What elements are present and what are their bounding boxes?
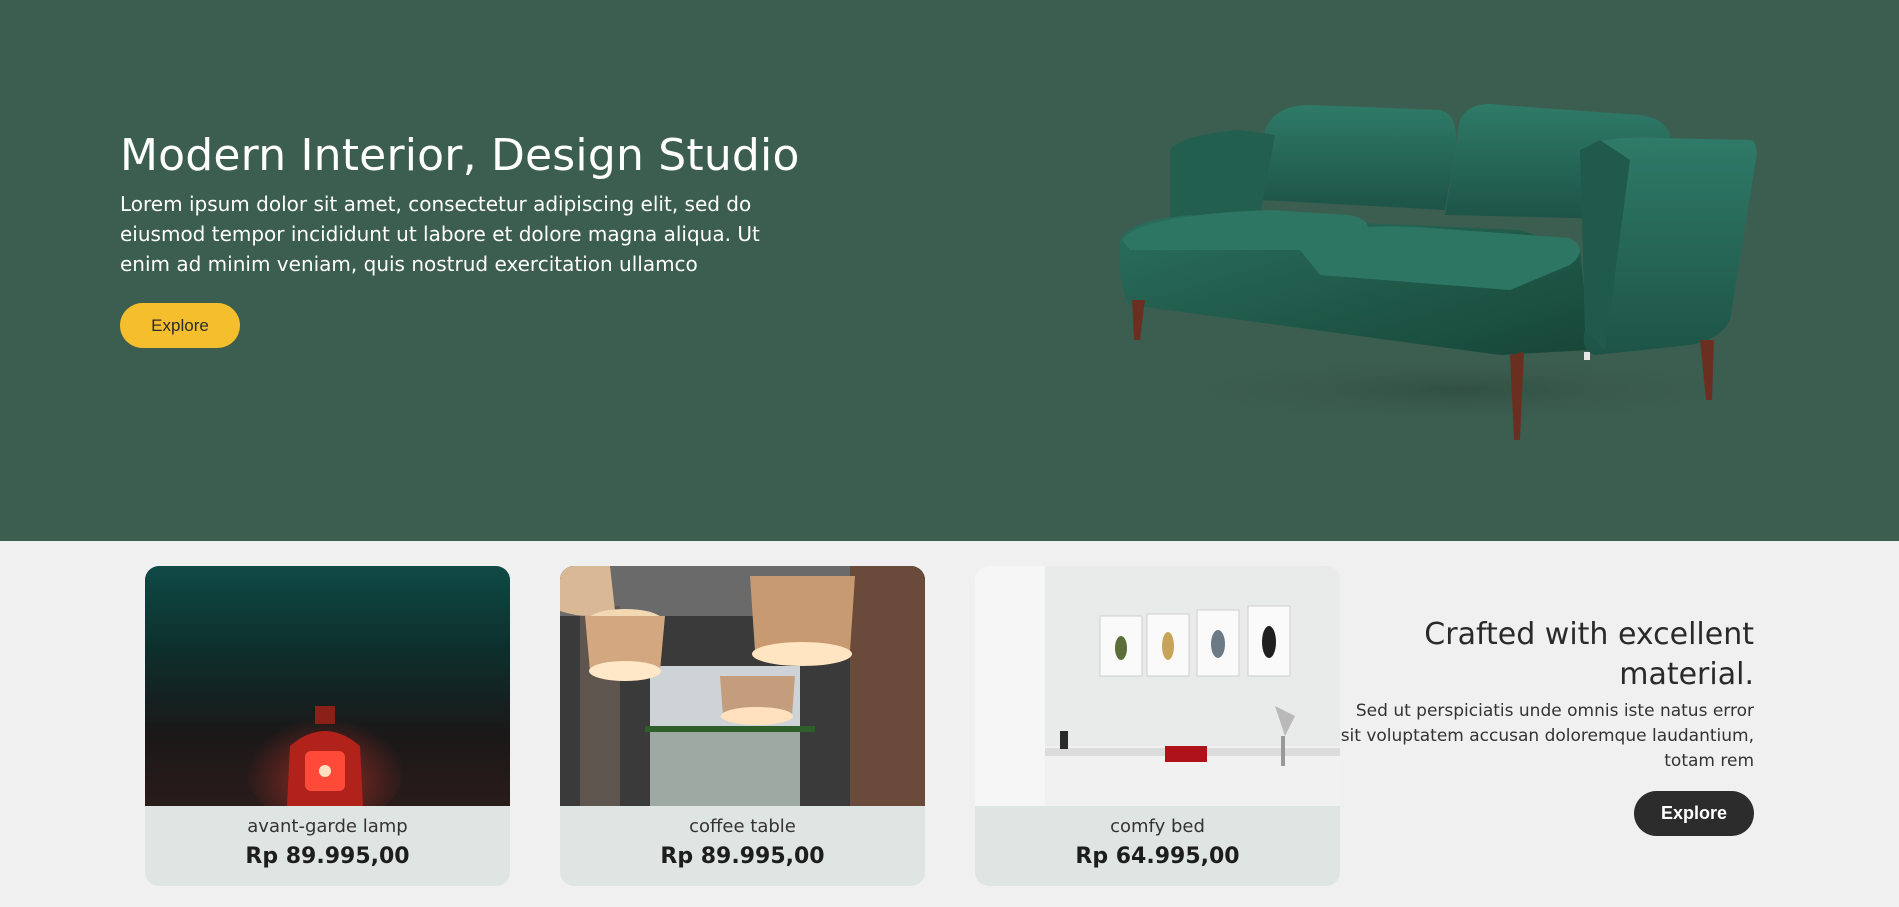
crafted-section: Crafted with excellent material. Sed ut … xyxy=(1334,615,1754,774)
product-card[interactable]: coffee table Rp 89.995,00 xyxy=(560,566,925,886)
product-price: Rp 89.995,00 xyxy=(660,844,825,869)
product-card[interactable]: comfy bed Rp 64.995,00 xyxy=(975,566,1340,886)
crafted-description: Sed ut perspiciatis unde omnis iste natu… xyxy=(1340,701,1754,771)
hero-title: Modern Interior, Design Studio xyxy=(120,130,800,181)
product-price: Rp 89.995,00 xyxy=(245,844,410,869)
comfy-bed-image xyxy=(975,566,1340,806)
product-name: comfy bed xyxy=(1110,816,1205,837)
hero-explore-button[interactable]: Explore xyxy=(120,303,240,348)
product-name: coffee table xyxy=(689,816,796,837)
green-sofa-image xyxy=(1119,104,1790,440)
product-price: Rp 64.995,00 xyxy=(1075,844,1240,869)
hero-description: Lorem ipsum dolor sit amet, consectetur … xyxy=(120,192,760,276)
product-name: avant-garde lamp xyxy=(247,816,408,837)
hero-text-block: Modern Interior, Design Studio Lorem ips… xyxy=(120,130,820,279)
crafted-title: Crafted with excellent material. xyxy=(1424,617,1754,692)
lamp-image xyxy=(145,566,510,806)
crafted-explore-button[interactable]: Explore xyxy=(1634,791,1754,836)
coffee-table-image xyxy=(560,566,925,806)
hero-section: Modern Interior, Design Studio Lorem ips… xyxy=(0,0,1899,541)
product-card[interactable]: avant-garde lamp Rp 89.995,00 xyxy=(145,566,510,886)
